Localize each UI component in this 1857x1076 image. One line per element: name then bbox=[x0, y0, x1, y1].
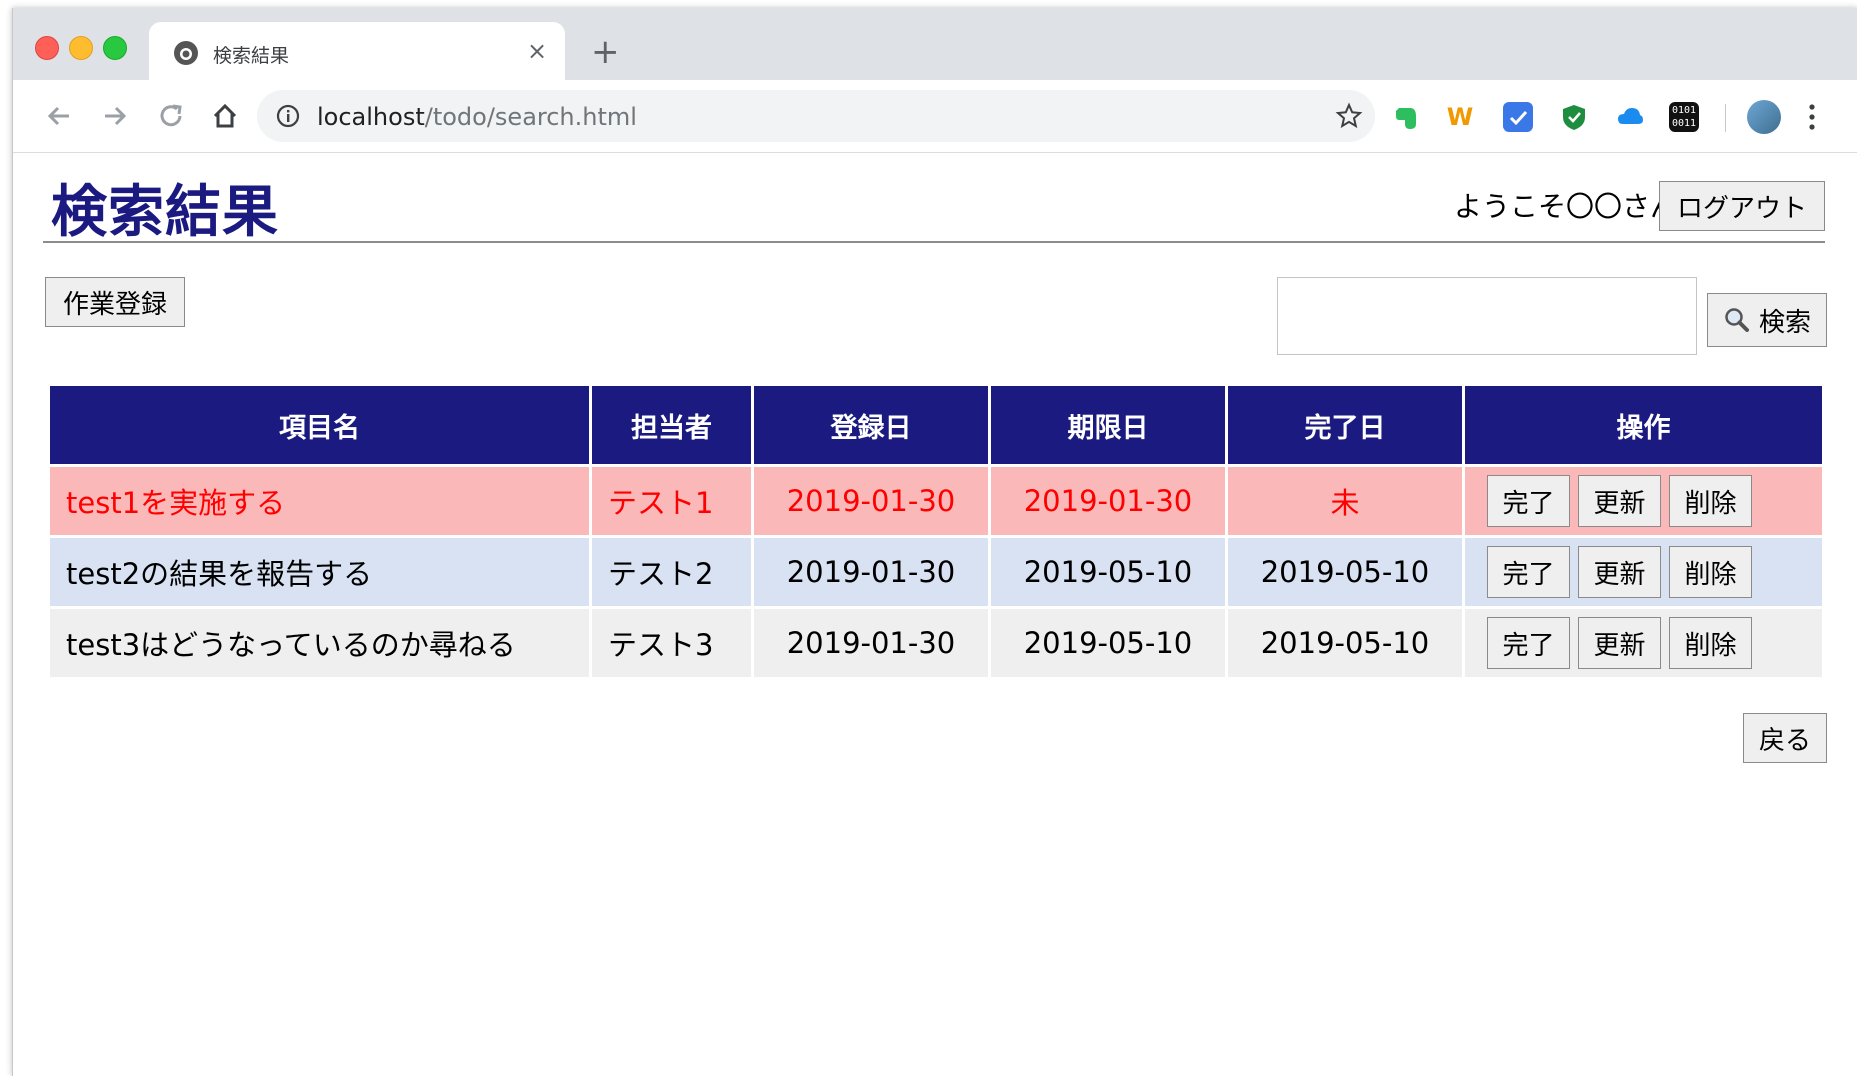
tab-search-results[interactable]: 検索結果 × bbox=[149, 22, 565, 80]
home-icon[interactable] bbox=[205, 96, 245, 136]
url-path: /todo/search.html bbox=[424, 103, 637, 131]
w-extension-icon[interactable]: W bbox=[1445, 102, 1475, 132]
table-header-row: 項目名 担当者 登録日 期限日 完了日 操作 bbox=[50, 386, 1822, 464]
window-minimize-button[interactable] bbox=[69, 36, 93, 60]
delete-button[interactable]: 削除 bbox=[1669, 475, 1752, 527]
complete-button[interactable]: 完了 bbox=[1487, 617, 1570, 669]
tab-close-icon[interactable]: × bbox=[527, 36, 547, 66]
tab-title: 検索結果 bbox=[213, 45, 290, 67]
update-button[interactable]: 更新 bbox=[1578, 475, 1661, 527]
bookmark-star-icon[interactable] bbox=[1335, 102, 1363, 130]
address-bar[interactable]: localhost/todo/search.html bbox=[257, 90, 1375, 142]
row-actions: 完了 更新 削除 bbox=[1481, 617, 1806, 669]
table-row: test2の結果を報告する テスト2 2019-01-30 2019-05-10… bbox=[50, 538, 1822, 606]
kebab-menu-icon[interactable] bbox=[1807, 102, 1817, 132]
column-header-completed: 完了日 bbox=[1228, 386, 1462, 464]
cell-item: test2の結果を報告する bbox=[50, 538, 589, 606]
tab-strip: 検索結果 × + bbox=[13, 8, 1857, 80]
browser-window: 検索結果 × + localhost/todo/search.html W 01… bbox=[12, 8, 1857, 1076]
cloud-extension-icon[interactable] bbox=[1615, 102, 1645, 132]
page-content: 検索結果 ようこそ〇〇さん ログアウト 作業登録 検索 項目名 担当者 登録日 bbox=[13, 153, 1857, 1076]
column-header-assignee: 担当者 bbox=[592, 386, 751, 464]
evernote-extension-icon[interactable] bbox=[1391, 102, 1421, 132]
browser-toolbar: localhost/todo/search.html W 0101 0011 bbox=[13, 80, 1857, 153]
complete-button[interactable]: 完了 bbox=[1487, 475, 1570, 527]
cell-item: test3はどうなっているのか尋ねる bbox=[50, 609, 589, 677]
cell-due: 2019-05-10 bbox=[991, 609, 1225, 677]
window-close-button[interactable] bbox=[35, 36, 59, 60]
header-divider bbox=[43, 241, 1825, 243]
toolbar-separator bbox=[1725, 104, 1726, 132]
shield-extension-icon[interactable] bbox=[1559, 102, 1589, 132]
search-button-label: 検索 bbox=[1758, 307, 1811, 338]
welcome-message: ようこそ〇〇さん bbox=[1453, 190, 1678, 223]
cell-assignee: テスト3 bbox=[592, 609, 751, 677]
reload-icon[interactable] bbox=[151, 96, 191, 136]
column-header-due: 期限日 bbox=[991, 386, 1225, 464]
magnifier-icon bbox=[1725, 308, 1749, 332]
cell-completed: 2019-05-10 bbox=[1228, 609, 1462, 677]
update-button[interactable]: 更新 bbox=[1578, 546, 1661, 598]
logout-button[interactable]: ログアウト bbox=[1659, 181, 1825, 231]
cell-completed: 2019-05-10 bbox=[1228, 538, 1462, 606]
search-input[interactable] bbox=[1277, 277, 1697, 355]
cell-registered: 2019-01-30 bbox=[754, 538, 988, 606]
forward-arrow-icon[interactable] bbox=[95, 96, 135, 136]
delete-button[interactable]: 削除 bbox=[1669, 546, 1752, 598]
window-maximize-button[interactable] bbox=[103, 36, 127, 60]
delete-button[interactable]: 削除 bbox=[1669, 617, 1752, 669]
results-table: 項目名 担当者 登録日 期限日 完了日 操作 test1を実施する テスト1 2… bbox=[47, 383, 1825, 680]
cell-assignee: テスト2 bbox=[592, 538, 751, 606]
column-header-item: 項目名 bbox=[50, 386, 589, 464]
github-favicon-icon bbox=[174, 41, 198, 65]
column-header-operations: 操作 bbox=[1465, 386, 1822, 464]
column-header-registered: 登録日 bbox=[754, 386, 988, 464]
cell-registered: 2019-01-30 bbox=[754, 609, 988, 677]
url-text[interactable]: localhost/todo/search.html bbox=[317, 103, 637, 131]
back-button[interactable]: 戻る bbox=[1743, 713, 1827, 763]
table-row: test1を実施する テスト1 2019-01-30 2019-01-30 未 … bbox=[50, 467, 1822, 535]
update-button[interactable]: 更新 bbox=[1578, 617, 1661, 669]
complete-button[interactable]: 完了 bbox=[1487, 546, 1570, 598]
cell-item: test1を実施する bbox=[50, 467, 589, 535]
cell-operations: 完了 更新 削除 bbox=[1465, 538, 1822, 606]
url-host: localhost bbox=[317, 103, 425, 131]
row-actions: 完了 更新 削除 bbox=[1481, 546, 1806, 598]
profile-avatar[interactable] bbox=[1747, 100, 1781, 134]
search-button[interactable]: 検索 bbox=[1707, 293, 1827, 347]
binary-extension-icon[interactable]: 0101 0011 bbox=[1669, 102, 1699, 132]
cell-due: 2019-01-30 bbox=[991, 467, 1225, 535]
cell-registered: 2019-01-30 bbox=[754, 467, 988, 535]
register-task-button[interactable]: 作業登録 bbox=[45, 277, 185, 327]
cell-due: 2019-05-10 bbox=[991, 538, 1225, 606]
cell-operations: 完了 更新 削除 bbox=[1465, 609, 1822, 677]
back-arrow-icon[interactable] bbox=[39, 96, 79, 136]
page-title: 検索結果 bbox=[51, 180, 279, 245]
cell-operations: 完了 更新 削除 bbox=[1465, 467, 1822, 535]
table-row: test3はどうなっているのか尋ねる テスト3 2019-01-30 2019-… bbox=[50, 609, 1822, 677]
checkmark-extension-icon[interactable] bbox=[1503, 102, 1533, 132]
row-actions: 完了 更新 削除 bbox=[1481, 475, 1806, 527]
new-tab-button[interactable]: + bbox=[591, 34, 620, 70]
info-icon[interactable] bbox=[275, 103, 301, 129]
cell-assignee: テスト1 bbox=[592, 467, 751, 535]
cell-completed: 未 bbox=[1228, 467, 1462, 535]
